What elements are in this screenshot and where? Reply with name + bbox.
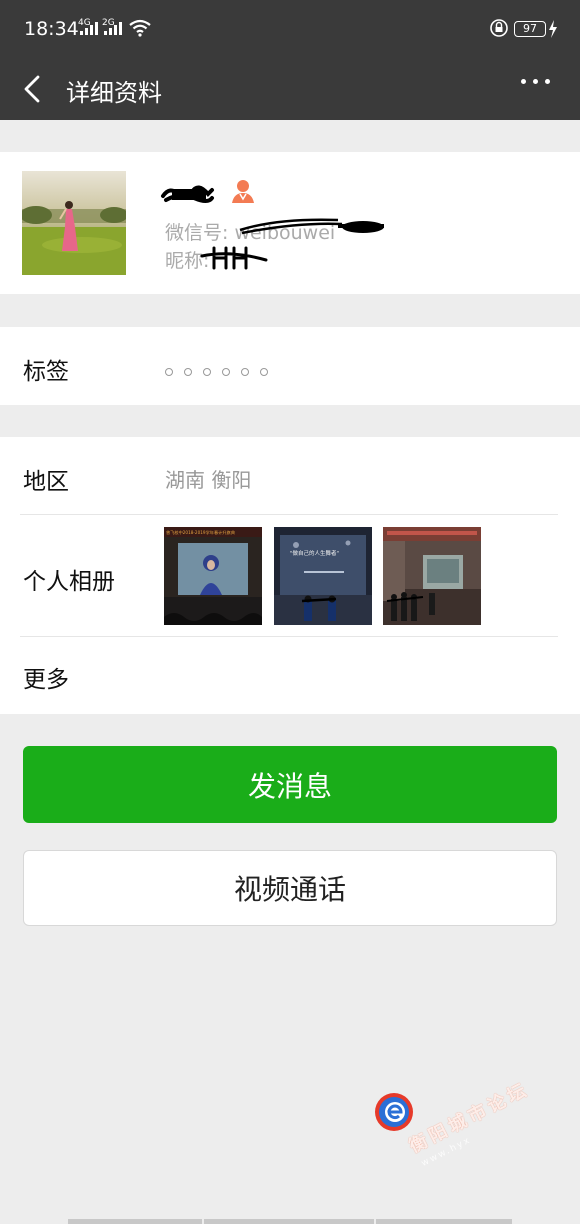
more-label: 更多	[23, 667, 69, 693]
forum-logo-icon	[375, 1093, 413, 1131]
album-photo-2-caption: "做自己的人生舞者"	[290, 549, 339, 557]
more-row[interactable]: 更多	[0, 637, 580, 714]
page-title: 详细资料	[66, 79, 162, 107]
battery-indicator: 97	[514, 21, 546, 37]
gender-icon	[232, 180, 254, 203]
album-photo-3-image	[383, 527, 481, 625]
status-bar: 18:34 4G 2G 97	[0, 0, 580, 58]
status-time: 18:34	[24, 18, 79, 40]
signal-1-icon	[80, 22, 98, 35]
bottom-edge-bar	[376, 1219, 512, 1224]
info-card: 地区 湖南 衡阳 个人相册 曾飞校中2018-2019学年春计升旗典 "做自己的…	[0, 437, 580, 714]
album-photo-3[interactable]	[383, 527, 481, 625]
nav-bar: 详细资料	[0, 58, 580, 120]
tags-label: 标签	[23, 359, 69, 385]
region-label: 地区	[23, 469, 69, 495]
more-options-icon[interactable]	[521, 79, 550, 84]
album-photo-1-image: 曾飞校中2018-2019学年春计升旗典	[164, 527, 262, 625]
redacted-name-scribble	[161, 185, 214, 203]
send-message-button[interactable]: 发消息	[23, 746, 557, 823]
redacted-id-scribble	[239, 218, 384, 235]
charging-icon	[549, 20, 557, 38]
avatar[interactable]	[22, 171, 126, 275]
signal-2-icon	[104, 22, 122, 35]
album-photo-2[interactable]: "做自己的人生舞者"	[274, 527, 372, 625]
album-photo-2-image: "做自己的人生舞者"	[274, 527, 372, 625]
album-photo-1-caption: 曾飞校中2018-2019学年春计升旗典	[166, 529, 235, 536]
profile-card: 微信号: weibouwei 昵称:	[0, 152, 580, 294]
redacted-nickname-scribble	[200, 246, 268, 270]
back-arrow-icon[interactable]	[22, 74, 42, 104]
avatar-photo	[22, 171, 126, 275]
video-call-button[interactable]: 视频通话	[23, 850, 557, 926]
bottom-edge-bar	[204, 1219, 374, 1224]
region-row: 地区 湖南 衡阳	[0, 437, 580, 514]
tags-row[interactable]: 标签	[0, 327, 580, 405]
tags-placeholder-dots	[165, 368, 268, 376]
album-photo-1[interactable]: 曾飞校中2018-2019学年春计升旗典	[164, 527, 262, 625]
bottom-edge-bar	[68, 1219, 202, 1224]
region-value: 湖南 衡阳	[165, 468, 252, 492]
album-label: 个人相册	[23, 569, 115, 595]
wifi-icon	[129, 19, 151, 37]
rotation-lock-icon	[490, 19, 508, 37]
